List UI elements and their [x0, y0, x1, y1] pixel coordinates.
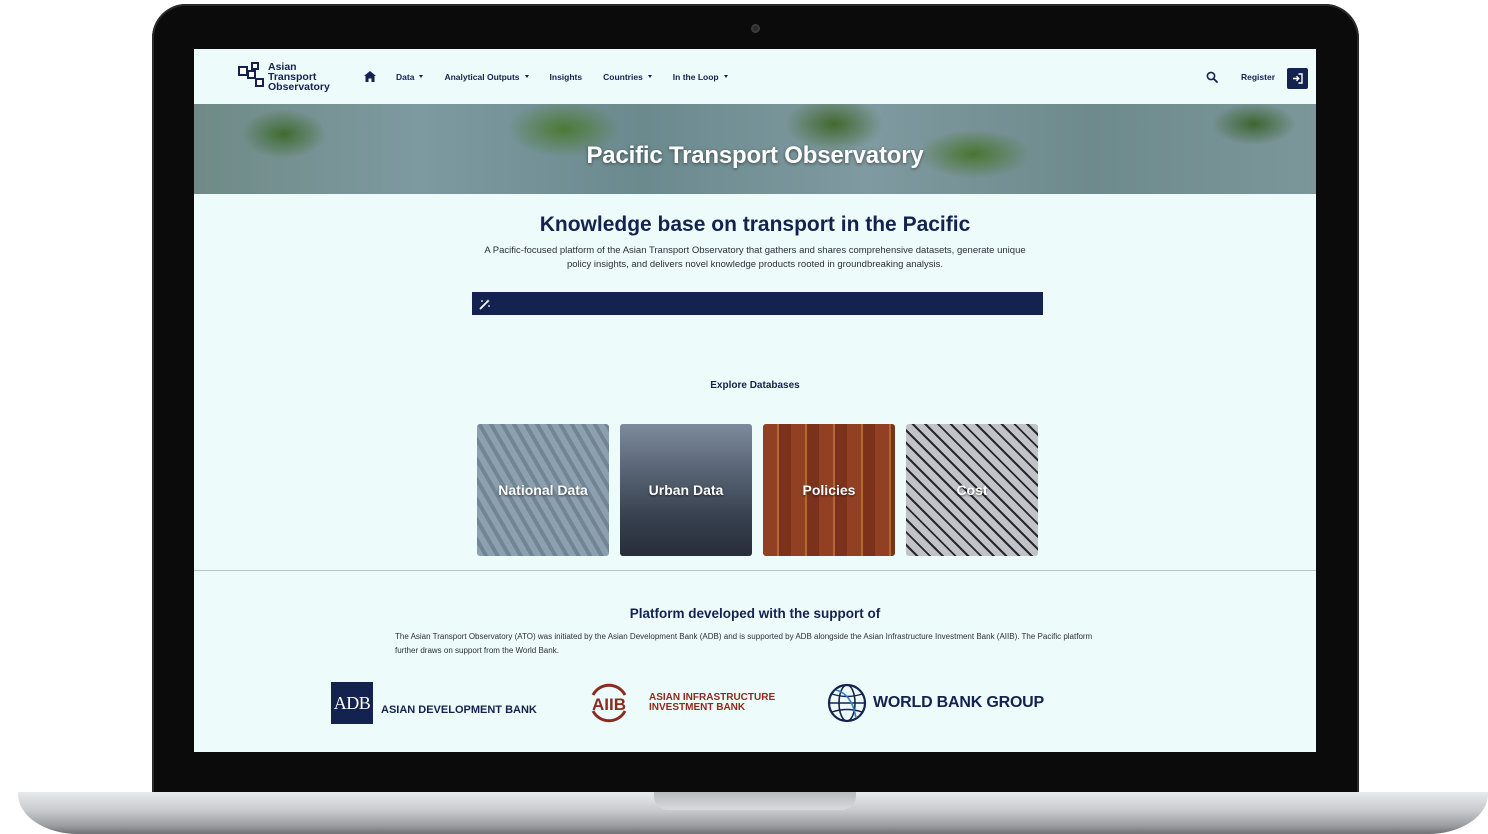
logo-line-3: Observatory	[268, 81, 330, 93]
card-label: Cost	[956, 482, 988, 498]
sign-in-icon	[1293, 73, 1303, 84]
aiib-name-line-2: INVESTMENT BANK	[649, 702, 746, 713]
world-bank-globe-icon[interactable]	[826, 682, 868, 724]
home-icon[interactable]	[364, 71, 376, 82]
support-heading: Platform developed with the support of	[629, 606, 881, 621]
caret-down-icon	[419, 75, 424, 78]
nav-item-in-the-loop[interactable]: In the Loop	[673, 72, 728, 82]
world-bank-logo-name[interactable]: WORLD BANK GROUP	[873, 694, 1044, 712]
browser-viewport: Asian Transport Observatory Data Analyti…	[194, 49, 1316, 752]
nav-menu: Data Analytical Outputs Insights Countri…	[396, 49, 749, 104]
explore-databases-heading: Explore Databases	[710, 380, 800, 391]
register-link[interactable]: Register	[1241, 72, 1275, 82]
database-cards: National Data Urban Data Policies Cost	[477, 424, 1038, 556]
top-navbar: Asian Transport Observatory Data Analyti…	[194, 49, 1316, 104]
card-label: Urban Data	[648, 482, 724, 498]
section-divider	[194, 570, 1316, 571]
nav-item-label: Data	[396, 71, 415, 82]
adb-logo-mark[interactable]: ADB	[331, 682, 373, 724]
caret-down-icon	[524, 75, 529, 78]
login-button[interactable]	[1287, 68, 1308, 89]
card-urban-data[interactable]: Urban Data	[620, 424, 752, 556]
aiib-logo-name[interactable]: ASIAN INFRASTRUCTURE INVESTMENT BANK	[649, 693, 775, 713]
card-national-data[interactable]: National Data	[477, 424, 609, 556]
support-description: The Asian Transport Observatory (ATO) wa…	[395, 632, 1093, 655]
nav-item-countries[interactable]: Countries	[603, 72, 652, 82]
nav-item-label: Insights	[549, 71, 583, 82]
card-cost[interactable]: Cost	[906, 424, 1038, 556]
nav-item-data[interactable]: Data	[396, 71, 424, 82]
aiib-logo-letters: AIIB	[592, 695, 626, 714]
hero-banner: Pacific Transport Observatory	[194, 104, 1316, 194]
magic-wand-icon	[479, 298, 490, 309]
laptop-frame: Asian Transport Observatory Data Analyti…	[0, 0, 1488, 834]
card-policies[interactable]: Policies	[763, 424, 895, 556]
hero-title: Pacific Transport Observatory	[586, 142, 924, 169]
intro-description: A Pacific-focused platform of the Asian …	[484, 245, 1026, 270]
caret-down-icon	[647, 75, 652, 78]
aiib-logo-mark[interactable]: AIIB	[585, 683, 633, 723]
partner-logos: ADB ASIAN DEVELOPMENT BANK AIIB ASIAN IN…	[331, 682, 1051, 726]
caret-down-icon	[723, 75, 728, 78]
intro-heading: Knowledge base on transport in the Pacif…	[539, 213, 971, 236]
logo-wordmark: Asian Transport Observatory	[268, 62, 330, 93]
nav-item-label: Analytical Outputs	[444, 71, 520, 82]
camera-dot	[751, 24, 760, 33]
nav-item-label: In the Loop	[672, 71, 719, 82]
ai-search-bar[interactable]	[472, 292, 1043, 315]
card-label: National Data	[498, 482, 588, 498]
nav-item-insights[interactable]: Insights	[550, 72, 583, 82]
laptop-notch	[654, 792, 856, 810]
search-icon[interactable]	[1206, 71, 1218, 83]
nav-item-analytical-outputs[interactable]: Analytical Outputs	[444, 71, 529, 82]
card-label: Policies	[802, 482, 856, 498]
nav-item-label: Countries	[603, 71, 643, 82]
adb-logo-name[interactable]: ASIAN DEVELOPMENT BANK	[381, 704, 537, 716]
site-logo[interactable]: Asian Transport Observatory	[238, 62, 330, 92]
logo-mark-icon	[238, 62, 266, 92]
